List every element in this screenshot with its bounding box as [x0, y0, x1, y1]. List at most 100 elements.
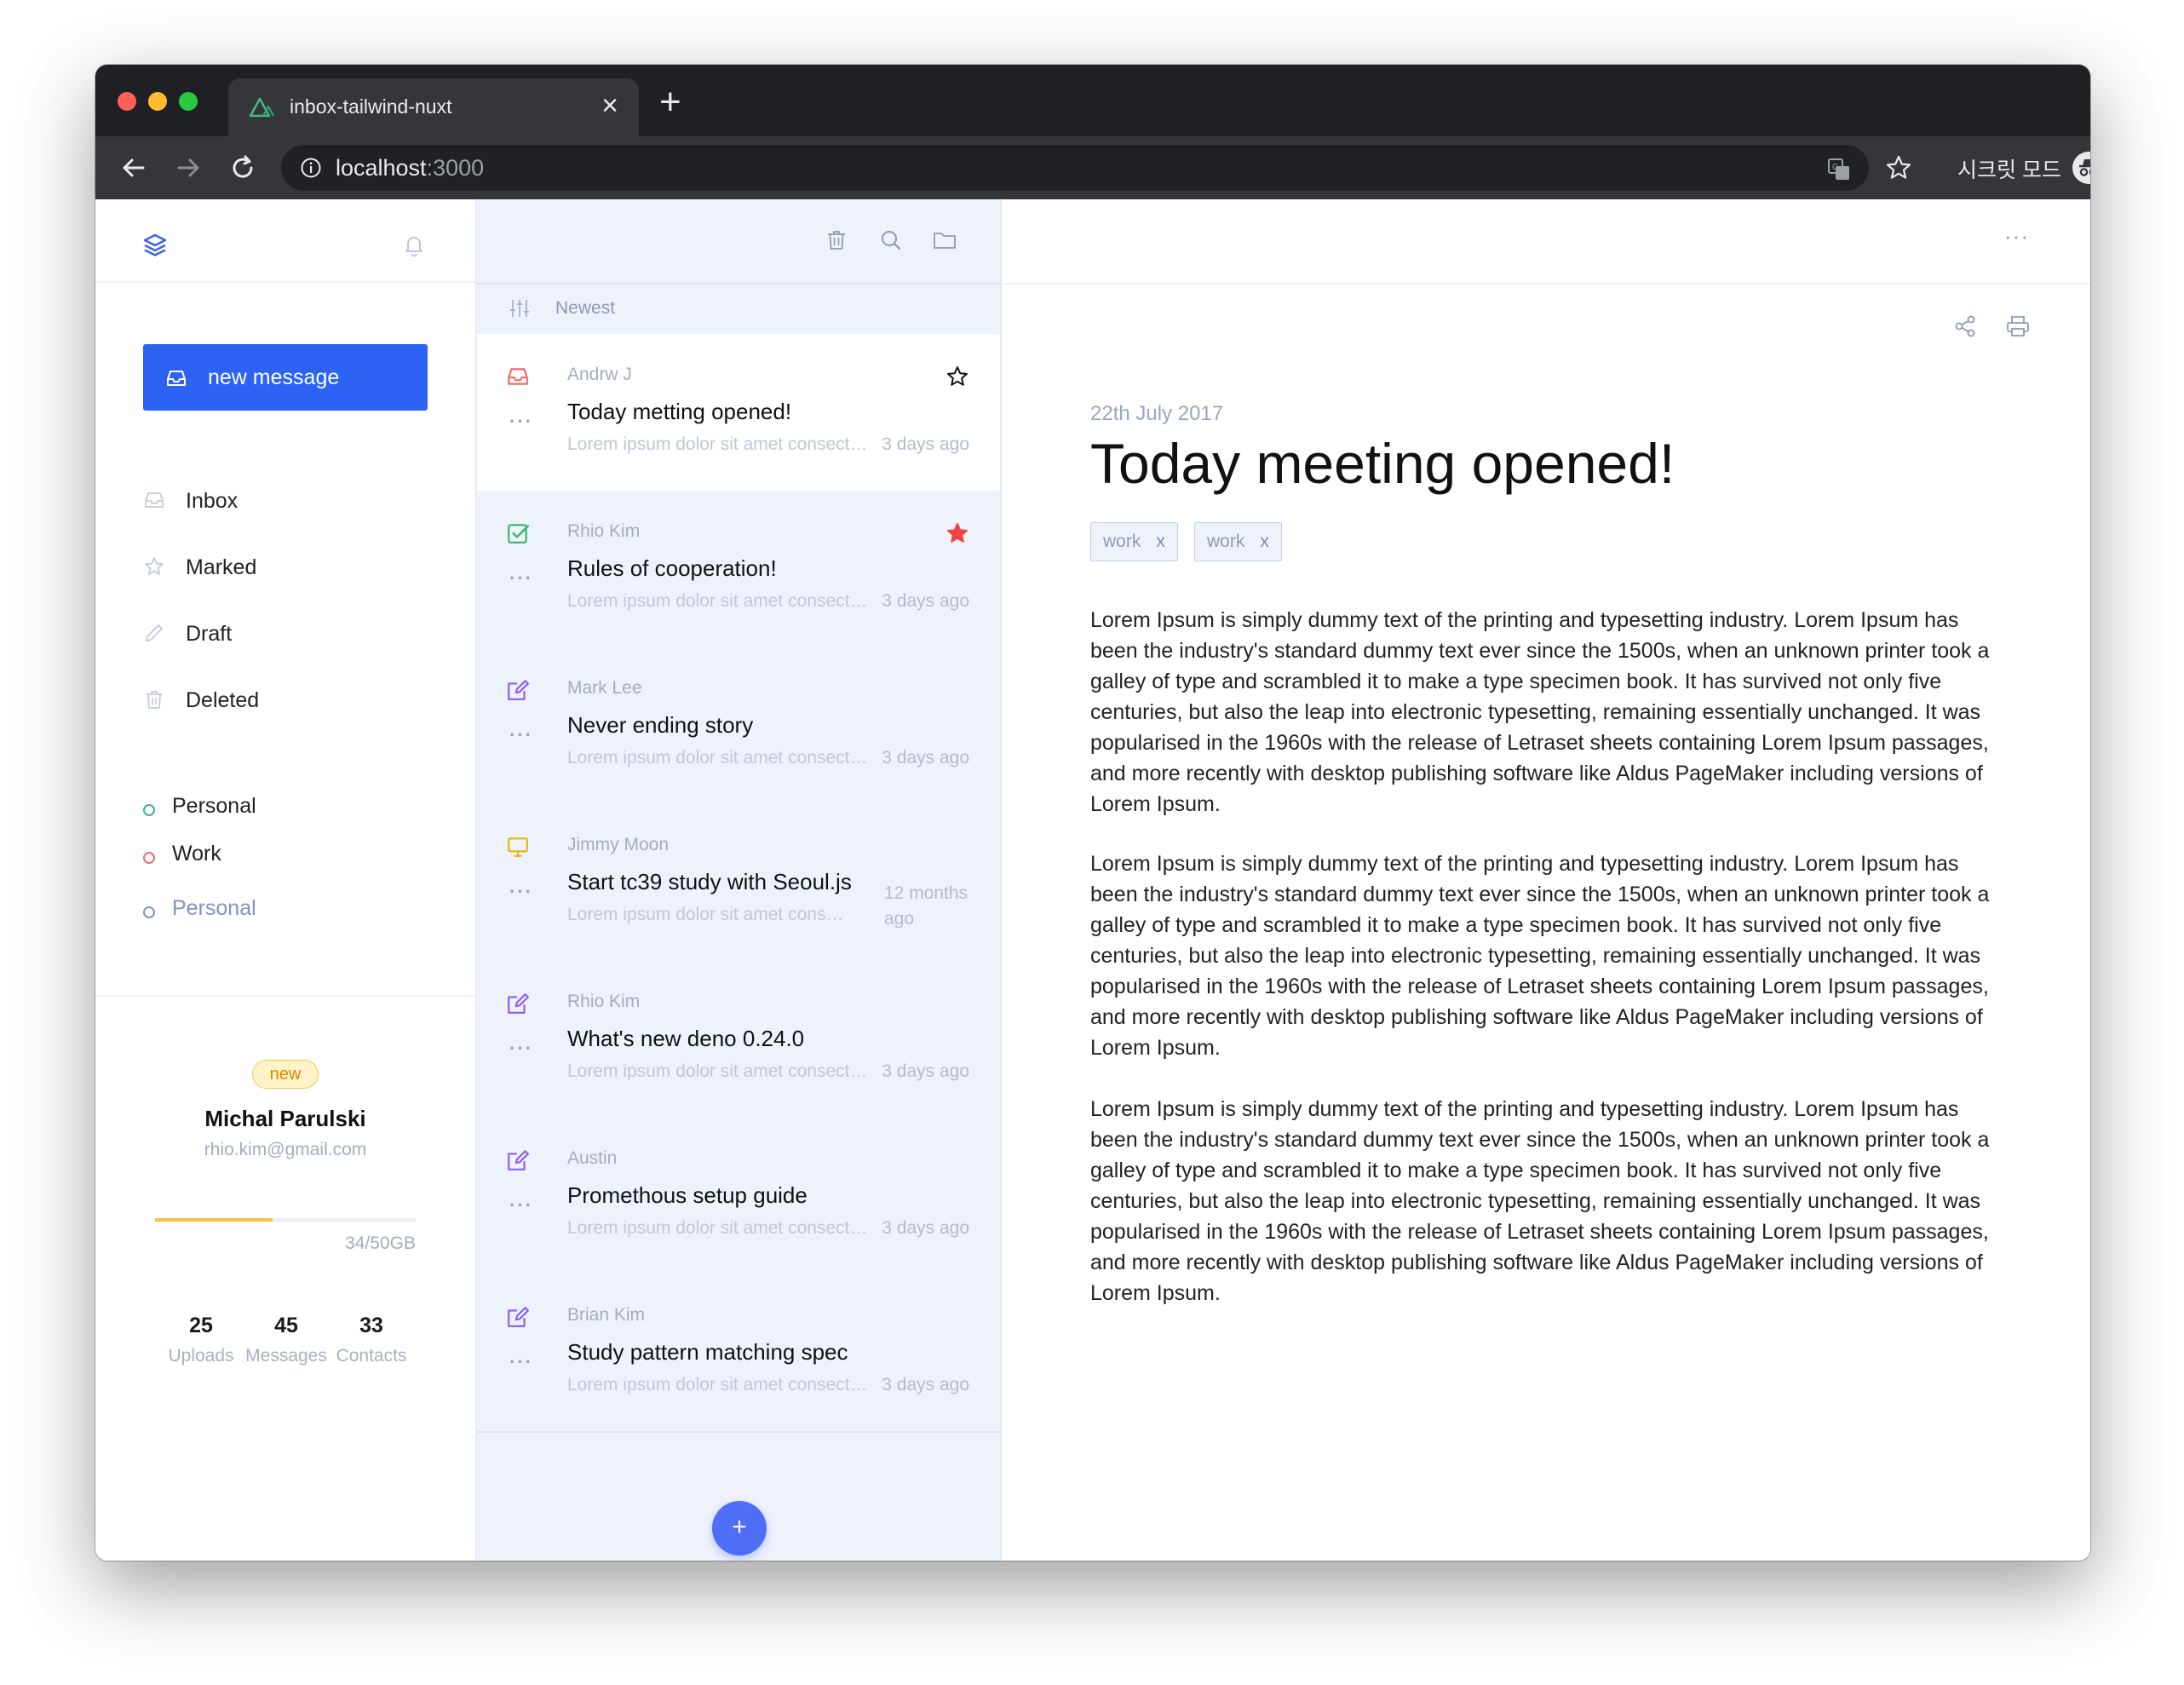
mail-from: Brian Kim: [567, 1305, 646, 1325]
storage-text: 34/50GB: [345, 1234, 416, 1253]
mail-more-icon[interactable]: ···: [509, 1038, 533, 1060]
mail-list-item[interactable]: ··· Rhio Kim Rules of cooperation! Lorem ip…: [477, 491, 1000, 649]
share-icon[interactable]: [1952, 313, 1978, 339]
mail-preview: Lorem ipsum dolor sit amet consectetur: [567, 1218, 869, 1238]
address-bar[interactable]: localhost:3000 G: [281, 145, 1869, 191]
mail-preview: Lorem ipsum dolor sit amet consectetur: [567, 905, 848, 924]
sidebar-label-text: Personal: [172, 896, 256, 920]
sidebar-item-label: Draft: [186, 622, 233, 646]
star-icon[interactable]: [945, 521, 969, 545]
mail-from: Mark Lee: [567, 678, 642, 698]
more-options-button[interactable]: ···: [2004, 223, 2029, 250]
sidebar-item-label: Deleted: [186, 688, 260, 712]
incognito-icon[interactable]: [2072, 151, 2090, 185]
stat-messages-value: 45: [274, 1314, 298, 1337]
mail-list-toolbar: [477, 199, 1000, 283]
new-tab-button[interactable]: +: [659, 83, 681, 121]
mail-preview: Lorem ipsum dolor sit amet consectetur: [567, 1061, 869, 1081]
print-icon[interactable]: [2005, 313, 2031, 339]
tag-label: work: [1207, 532, 1245, 551]
mail-time: 3 days ago: [882, 1218, 969, 1238]
bell-icon[interactable]: [402, 233, 426, 257]
tag-remove-icon[interactable]: x: [1260, 532, 1269, 551]
sidebar-item-label: Marked: [186, 555, 257, 579]
mail-list-item[interactable]: ··· Rhio Kim What's new deno 0.24.0 Lorem i…: [477, 961, 1000, 1119]
storage-progress-fill: [155, 1218, 273, 1222]
tag-chip[interactable]: work x: [1090, 522, 1178, 561]
star-icon[interactable]: [945, 365, 969, 388]
compose-fab-button[interactable]: +: [712, 1501, 767, 1556]
message-date: 22th July 2017: [1090, 402, 1224, 425]
mail-list-item[interactable]: ··· Mark Lee Never ending story Lorem ipsum…: [477, 647, 1000, 806]
mail-time: 3 days ago: [882, 1061, 969, 1081]
sidebar-label-text: Work: [172, 842, 221, 866]
tab-close-icon[interactable]: ×: [601, 89, 618, 123]
reload-icon[interactable]: [227, 152, 259, 184]
new-badge: new: [252, 1060, 319, 1089]
svg-text:G: G: [1832, 163, 1839, 172]
inbox-app: new message Inbox Marked Draft Deleted P…: [95, 199, 2090, 1561]
mail-more-icon[interactable]: ···: [509, 1351, 533, 1373]
back-arrow-icon[interactable]: [118, 152, 150, 184]
mail-subject: What's new deno 0.24.0: [567, 1026, 805, 1051]
message-paragraph: Lorem Ipsum is simply dummy text of the …: [1090, 852, 1990, 1060]
url-host: localhost: [336, 155, 427, 181]
minimize-window-button[interactable]: [148, 92, 167, 111]
new-message-label: new message: [208, 365, 340, 389]
label-dot: [143, 906, 155, 918]
translate-icon[interactable]: G: [1826, 157, 1852, 182]
sort-label: Newest: [555, 298, 616, 318]
mail-subject: Start tc39 study with Seoul.js: [567, 869, 852, 894]
tab-title: inbox-tailwind-nuxt: [290, 95, 452, 118]
monitor-icon: [508, 837, 528, 857]
profile-name: Michal Parulski: [204, 1106, 366, 1131]
close-window-button[interactable]: [118, 92, 136, 111]
edit-icon: [508, 1150, 529, 1170]
mail-more-icon[interactable]: ···: [509, 1194, 533, 1216]
layers-logo-icon[interactable]: [141, 232, 169, 259]
sort-bar[interactable]: Newest: [477, 283, 1000, 336]
sidebar-divider: [95, 995, 475, 997]
mail-more-icon[interactable]: ···: [509, 567, 533, 589]
mail-from: Jimmy Moon: [567, 835, 670, 854]
url-port: :3000: [426, 155, 485, 181]
stat-contacts-label: Contacts: [336, 1346, 407, 1366]
folder-icon[interactable]: [932, 228, 957, 252]
incognito-label: 시크릿 모드: [1957, 158, 2061, 182]
mail-list-item[interactable]: ··· Brian Kim Study pattern matching spec L…: [477, 1274, 1000, 1433]
star-icon: [145, 557, 164, 575]
mail-more-icon[interactable]: ···: [509, 724, 533, 746]
mail-preview: Lorem ipsum dolor sit amet consectetur: [567, 748, 869, 768]
inbox-icon: [145, 492, 164, 508]
mail-more-icon[interactable]: ···: [509, 881, 533, 903]
maximize-window-button[interactable]: [179, 92, 198, 111]
search-icon[interactable]: [879, 228, 903, 252]
tag-remove-icon[interactable]: x: [1156, 532, 1165, 551]
mail-list-item[interactable]: ··· Jimmy Moon Start tc39 study with Seoul…: [477, 804, 1000, 963]
stat-uploads-label: Uploads: [168, 1346, 234, 1366]
label-dot: [143, 852, 155, 864]
tag-chip[interactable]: work x: [1194, 522, 1282, 561]
mail-from: Austin: [567, 1148, 618, 1168]
new-message-button[interactable]: new message: [143, 344, 428, 411]
mail-time: 3 days ago: [882, 434, 969, 454]
mail-from: Andrw J: [567, 365, 632, 384]
mail-list-panel: Newest ··· Andrw J Today metting opened! Lo…: [477, 199, 1002, 1561]
trash-icon[interactable]: [825, 228, 848, 252]
reader-header: ···: [1002, 199, 2090, 285]
browser-tabbar: inbox-tailwind-nuxt × +: [95, 65, 2090, 136]
sidebar-item-label: Inbox: [186, 489, 239, 513]
browser-tab[interactable]: inbox-tailwind-nuxt ×: [228, 78, 639, 136]
bookmark-star-icon[interactable]: [1884, 153, 1913, 182]
trash-icon: [147, 691, 162, 709]
mail-subject: Never ending story: [567, 712, 754, 738]
info-icon[interactable]: [300, 157, 322, 179]
mail-more-icon[interactable]: ···: [509, 411, 533, 433]
message-paragraph: Lorem Ipsum is simply dummy text of the …: [1090, 1097, 1990, 1305]
mail-preview: Lorem ipsum dolor sit amet consectetur: [567, 591, 869, 611]
mail-list-item[interactable]: ··· Austin Promethous setup guide Lorem ips…: [477, 1118, 1000, 1276]
mail-list-item[interactable]: ··· Andrw J Today metting opened! Lorem ips…: [477, 334, 1000, 492]
mail-preview: Lorem ipsum dolor sit amet consectetur: [567, 434, 869, 454]
url-text: localhost:3000: [336, 155, 484, 181]
forward-arrow-icon[interactable]: [172, 152, 204, 184]
